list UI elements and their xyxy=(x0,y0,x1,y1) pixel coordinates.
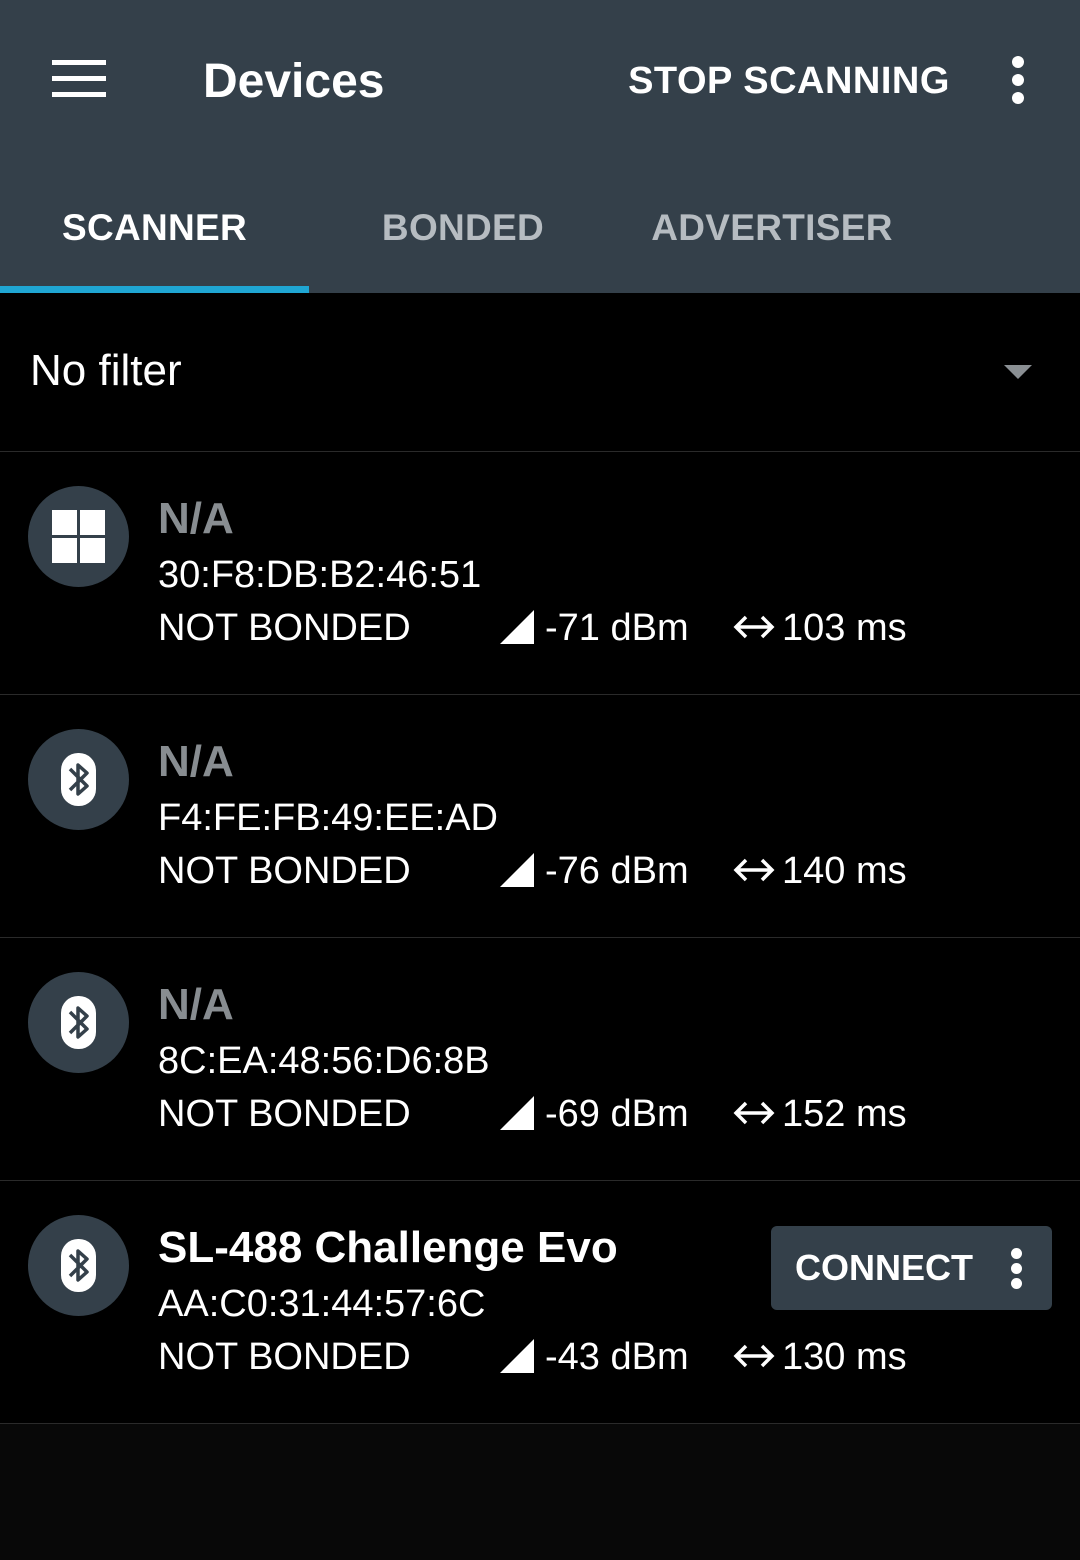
tab-scanner[interactable]: SCANNER xyxy=(0,165,309,293)
device-avatar xyxy=(28,972,129,1073)
signal-strength-icon xyxy=(500,853,534,887)
interval-arrows-icon xyxy=(733,1344,775,1368)
bond-state: NOT BONDED xyxy=(158,607,411,649)
tab-advertiser[interactable]: ADVERTISER xyxy=(617,165,927,293)
device-name: SL-488 Challenge Evo xyxy=(158,1223,618,1272)
rssi-value: -76 dBm xyxy=(545,850,689,892)
connect-button[interactable]: CONNECT xyxy=(771,1226,1052,1310)
bluetooth-icon xyxy=(61,1239,96,1292)
windows-icon xyxy=(52,510,105,563)
device-name: N/A xyxy=(158,737,234,786)
device-avatar xyxy=(28,486,129,587)
interval-arrows-icon xyxy=(733,858,775,882)
app-bar: Devices STOP SCANNING xyxy=(0,0,1080,165)
bond-state: NOT BONDED xyxy=(158,850,411,892)
device-address: 8C:EA:48:56:D6:8B xyxy=(158,1040,490,1082)
device-address: F4:FE:FB:49:EE:AD xyxy=(158,797,498,839)
device-avatar xyxy=(28,1215,129,1316)
bond-state: NOT BONDED xyxy=(158,1336,411,1378)
device-list-item[interactable]: N/A 30:F8:DB:B2:46:51 NOT BONDED -71 dBm… xyxy=(0,452,1080,695)
device-address: 30:F8:DB:B2:46:51 xyxy=(158,554,482,596)
rssi-value: -43 dBm xyxy=(545,1336,689,1378)
bond-state: NOT BONDED xyxy=(158,1093,411,1135)
device-name: N/A xyxy=(158,494,234,543)
stop-scanning-button[interactable]: STOP SCANNING xyxy=(626,56,952,106)
more-vertical-icon[interactable] xyxy=(997,1240,1037,1296)
device-address: AA:C0:31:44:57:6C xyxy=(158,1283,486,1325)
filter-label: No filter xyxy=(30,346,182,395)
tab-bonded[interactable]: BONDED xyxy=(309,165,617,293)
bluetooth-icon xyxy=(61,996,96,1049)
signal-strength-icon xyxy=(500,1339,534,1373)
device-list-item[interactable]: SL-488 Challenge Evo AA:C0:31:44:57:6C N… xyxy=(0,1181,1080,1424)
rssi-value: -69 dBm xyxy=(545,1093,689,1135)
signal-strength-icon xyxy=(500,610,534,644)
page-title: Devices xyxy=(203,55,385,108)
connect-label: CONNECT xyxy=(795,1247,973,1288)
device-list-item[interactable]: N/A F4:FE:FB:49:EE:AD NOT BONDED -76 dBm… xyxy=(0,695,1080,938)
device-avatar xyxy=(28,729,129,830)
advertising-interval: 103 ms xyxy=(782,607,907,649)
advertising-interval: 152 ms xyxy=(782,1093,907,1135)
interval-arrows-icon xyxy=(733,1101,775,1125)
tab-bar: SCANNER BONDED ADVERTISER xyxy=(0,165,1080,293)
more-vertical-icon[interactable] xyxy=(996,52,1040,108)
device-name: N/A xyxy=(158,980,234,1029)
tab-indicator xyxy=(0,286,309,293)
bluetooth-icon xyxy=(61,753,96,806)
dropdown-arrow-icon[interactable] xyxy=(1004,365,1032,379)
signal-strength-icon xyxy=(500,1096,534,1130)
device-list-item[interactable]: N/A 8C:EA:48:56:D6:8B NOT BONDED -69 dBm… xyxy=(0,938,1080,1181)
advertising-interval: 140 ms xyxy=(782,850,907,892)
hamburger-menu-icon[interactable] xyxy=(52,60,106,98)
advertising-interval: 130 ms xyxy=(782,1336,907,1378)
rssi-value: -71 dBm xyxy=(545,607,689,649)
filter-dropdown[interactable]: No filter xyxy=(0,293,1080,452)
interval-arrows-icon xyxy=(733,615,775,639)
